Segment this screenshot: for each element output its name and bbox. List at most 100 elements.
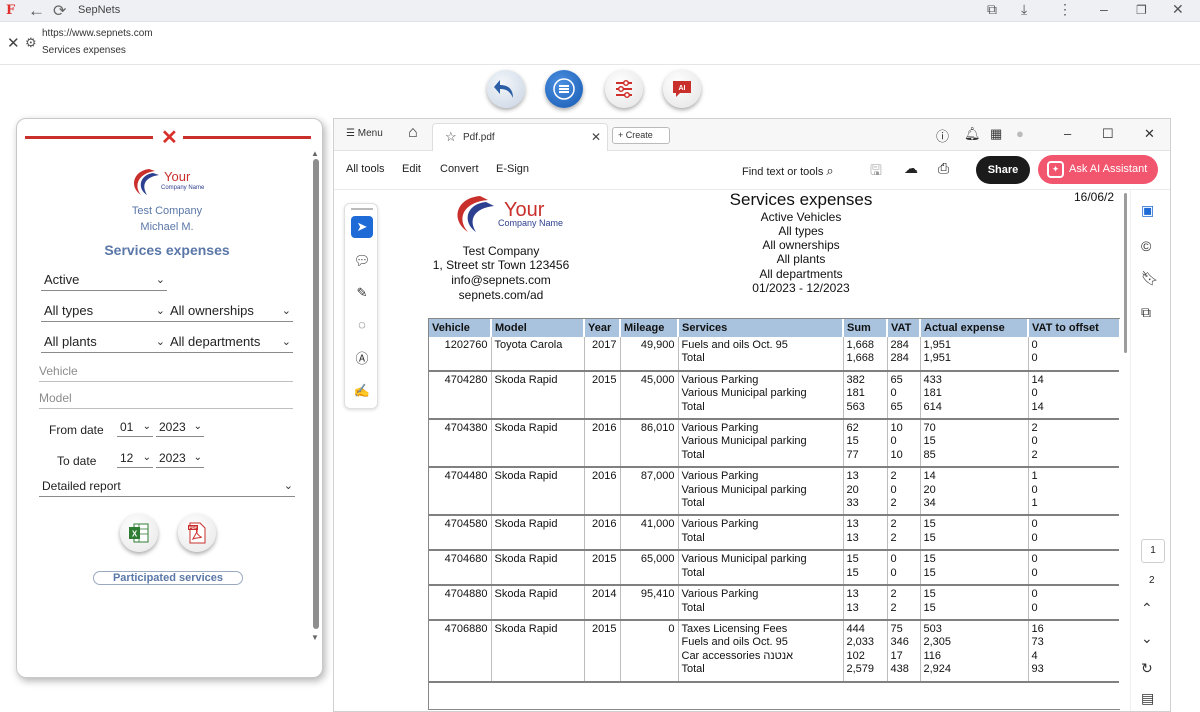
cell-actual-expense-line: 1,951 (923, 339, 952, 351)
cell-vat-offset-line: 2 (1031, 422, 1038, 435)
to-year-select[interactable]: 2023 ⌄ (156, 450, 204, 468)
cell-services-line: Total (681, 663, 705, 676)
help-icon[interactable]: ⓘ (936, 126, 949, 145)
save-icon[interactable]: 🖫︎ (870, 160, 882, 184)
reload-icon[interactable]: ⟳ (53, 1, 66, 21)
cell-vat-line: 2 (890, 518, 897, 531)
select-pointer-icon[interactable]: ➤ (351, 216, 373, 238)
pdf-menu-button[interactable]: ☰ Menu (346, 128, 383, 139)
close-icon[interactable]: ✕ (7, 34, 20, 52)
page-next[interactable]: 2 (1149, 575, 1155, 586)
col-services: Services (677, 319, 843, 337)
chevron-down-icon: ⌄ (193, 421, 202, 432)
from-month-select[interactable]: 01 ⌄ (117, 419, 153, 437)
svg-text:PDF: PDF (189, 525, 198, 530)
export-pdf-button[interactable]: PDF (178, 514, 216, 552)
url-text[interactable]: https://www.sepnets.com (42, 28, 153, 39)
star-icon[interactable]: ☆ (445, 129, 457, 145)
sign-icon[interactable]: ✍ (351, 380, 373, 402)
cell-sum-line: 13 (846, 531, 859, 544)
apps-grid-icon[interactable]: ▦ (990, 126, 1002, 142)
filter-button[interactable] (605, 70, 643, 108)
status-select[interactable]: Active ⌄ (41, 271, 167, 291)
chevron-down-icon: ⌄ (193, 452, 202, 463)
page-down-icon[interactable]: ⌄ (1141, 630, 1153, 647)
col-vehicle: Vehicle (429, 319, 491, 337)
page-current[interactable]: 1 (1141, 539, 1165, 563)
from-year-select[interactable]: 2023 ⌄ (156, 419, 204, 437)
minimize-icon[interactable]: – (1064, 126, 1071, 141)
avatar[interactable]: ● (1016, 126, 1024, 141)
to-month-select[interactable]: 12 ⌄ (117, 450, 153, 468)
ask-ai-label: Ask AI Assistant (1069, 163, 1148, 175)
scroll-up-icon[interactable]: ▲ (311, 149, 319, 158)
type-select[interactable]: All types ⌄ (41, 302, 167, 322)
create-button[interactable]: + Create (612, 127, 670, 144)
esign-button[interactable]: E-Sign (496, 163, 529, 175)
comment-icon[interactable]: 💬︎ (351, 250, 373, 272)
plant-select[interactable]: All plants ⌄ (41, 333, 167, 353)
drag-handle[interactable] (351, 208, 373, 210)
edit-button[interactable]: Edit (402, 163, 421, 175)
cell-vat: 00 (886, 550, 920, 587)
panel-top-bar-left (25, 136, 153, 139)
find-button[interactable]: Find text or tools ⌕ (742, 163, 834, 179)
model-input[interactable]: Model (39, 389, 293, 409)
svg-text:AI: AI (679, 85, 686, 92)
lasso-icon[interactable]: ◌ (351, 314, 373, 336)
maximize-icon[interactable]: ☐ (1102, 126, 1114, 142)
ownership-select[interactable]: All ownerships ⌄ (167, 302, 293, 322)
comments-icon[interactable]: © (1141, 238, 1151, 254)
scroll-down-icon[interactable]: ▼ (311, 633, 319, 642)
department-select[interactable]: All departments ⌄ (167, 333, 293, 353)
extensions-icon[interactable]: ⧉ (987, 1, 997, 18)
report-type-select[interactable]: Detailed report ⌄ (39, 477, 295, 497)
all-tools-button[interactable]: All tools (346, 163, 385, 175)
back-arrow-icon[interactable]: ← (28, 1, 45, 21)
document-icon[interactable]: ▤ (1141, 690, 1154, 707)
highlight-pen-icon[interactable]: ✎ (351, 282, 373, 304)
back-button[interactable] (487, 70, 525, 108)
report-title: Services expenses (729, 190, 873, 209)
cell-actual-expense-line: 15 (923, 566, 936, 579)
cell-sum: 444 2,033 102 2,579 (842, 619, 887, 683)
table-row: 4704280 Skoda Rapid 2015 45,000 Various Park… (429, 370, 1119, 421)
cell-services-line: Total (681, 352, 705, 365)
page-up-icon[interactable]: ⌃ (1141, 600, 1153, 617)
refresh-icon[interactable]: ↻ (1141, 660, 1153, 677)
participated-services-button[interactable]: Participated services (93, 571, 243, 585)
export-excel-button[interactable]: X (120, 514, 158, 552)
download-icon[interactable]: ⤓ (1021, 1, 1027, 18)
home-icon[interactable]: ⌂ (408, 124, 418, 142)
vehicle-input[interactable]: Vehicle (39, 362, 293, 382)
panel-scrollbar[interactable] (313, 159, 319, 629)
close-panel-icon[interactable]: ✕ (161, 125, 178, 150)
share-button[interactable]: Share (976, 156, 1030, 184)
bell-icon[interactable]: 🔔︎ (964, 126, 981, 142)
copy-pages-icon[interactable]: ⧉ (1141, 304, 1151, 321)
upload-cloud-icon[interactable]: ☁ (904, 160, 918, 177)
cell-vat-line: 0 (890, 387, 897, 400)
pdf-tab[interactable]: ☆ Pdf.pdf ✕ (432, 123, 608, 151)
convert-button[interactable]: Convert (440, 163, 479, 175)
cell-sum-line: 102 (846, 649, 865, 662)
maximize-icon[interactable]: ❐ (1136, 3, 1147, 17)
app-logo-icon: F (6, 3, 16, 18)
text-select-icon[interactable]: Ⓐ (351, 348, 373, 370)
menu-button[interactable] (545, 70, 583, 108)
more-menu-icon[interactable]: ⋮ (1058, 1, 1072, 18)
print-icon[interactable]: ⎙ (938, 160, 949, 177)
cell-sum-line: 382 (846, 373, 865, 386)
ask-ai-button[interactable]: ✦ Ask AI Assistant (1038, 155, 1158, 184)
ai-button[interactable]: AI (663, 70, 701, 108)
bookmark-icon[interactable]: 🔖︎ (1141, 270, 1159, 287)
cell-vehicle: 4704880 (429, 585, 491, 621)
pdf-scrollbar[interactable] (1124, 193, 1127, 353)
ai-summary-icon[interactable]: ▣ (1141, 202, 1154, 219)
close-icon[interactable]: ✕ (1144, 126, 1155, 142)
close-window-icon[interactable]: ✕ (1172, 1, 1184, 18)
minimize-icon[interactable]: – (1100, 1, 1108, 17)
cell-actual-expense-line: 14 (923, 470, 936, 483)
site-settings-icon[interactable]: ⚙ (25, 35, 37, 51)
close-tab-icon[interactable]: ✕ (591, 130, 601, 144)
